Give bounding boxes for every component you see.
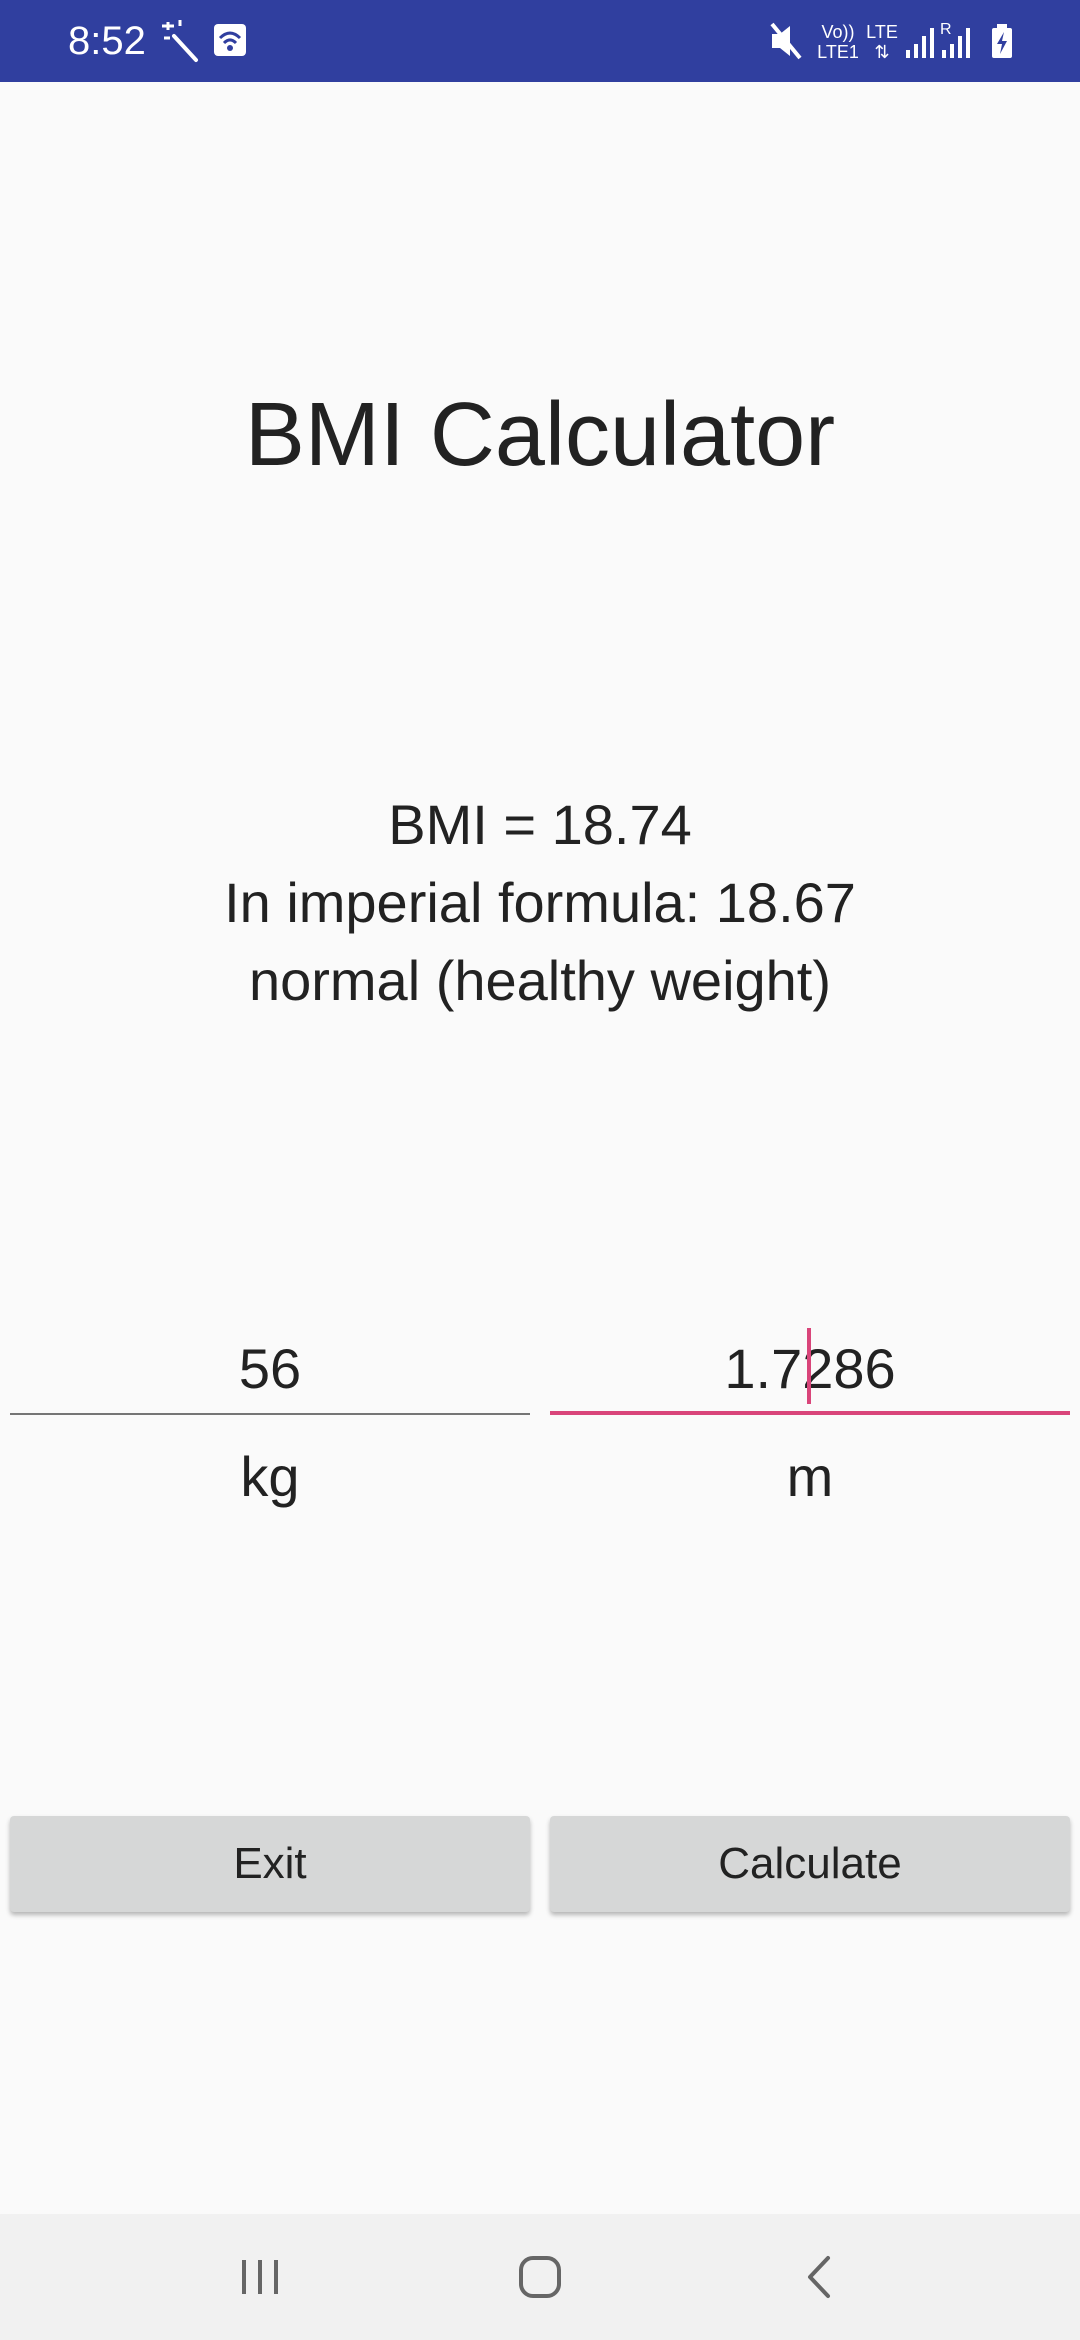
weight-unit-label: kg bbox=[240, 1445, 300, 1508]
back-icon[interactable] bbox=[780, 2244, 860, 2310]
data-arrows-icon: ⇅ bbox=[874, 42, 890, 62]
exit-button[interactable]: Exit bbox=[10, 1816, 530, 1912]
status-bar: 8:52 Vo)) LTE1 LTE ⇅ R bbox=[0, 0, 1080, 82]
signal-icon bbox=[904, 16, 938, 66]
volte-label-top: Vo)) bbox=[821, 22, 855, 42]
height-field[interactable] bbox=[550, 1325, 1070, 1415]
bmi-imperial-text: In imperial formula: 18.67 bbox=[224, 871, 856, 934]
weight-input[interactable] bbox=[10, 1325, 530, 1411]
roaming-signal-icon: R bbox=[940, 16, 974, 66]
volte-icon: Vo)) LTE1 bbox=[816, 22, 860, 72]
navigation-bar bbox=[0, 2214, 1080, 2340]
magic-wand-icon bbox=[160, 16, 200, 66]
bmi-result: BMI = 18.74 In imperial formula: 18.67 n… bbox=[0, 786, 1080, 1020]
battery-charging-icon bbox=[990, 16, 1014, 66]
recent-apps-icon[interactable] bbox=[220, 2244, 300, 2310]
status-time: 8:52 bbox=[68, 19, 146, 63]
bmi-category-text: normal (healthy weight) bbox=[248, 949, 832, 1012]
home-icon[interactable] bbox=[500, 2244, 580, 2310]
weight-field[interactable] bbox=[10, 1325, 530, 1415]
roaming-label: R bbox=[940, 21, 952, 38]
page-title: BMI Calculator bbox=[244, 385, 836, 485]
calculate-button[interactable]: Calculate bbox=[550, 1816, 1070, 1912]
mute-icon bbox=[768, 16, 804, 66]
text-cursor bbox=[807, 1328, 811, 1404]
wifi-calling-icon bbox=[212, 16, 248, 66]
height-unit-label: m bbox=[786, 1445, 834, 1508]
lte-data-icon: LTE ⇅ bbox=[862, 22, 902, 72]
bmi-value-text: BMI = 18.74 bbox=[388, 793, 692, 856]
lte-label: LTE bbox=[866, 22, 898, 42]
volte-label-bottom: LTE1 bbox=[817, 42, 859, 62]
